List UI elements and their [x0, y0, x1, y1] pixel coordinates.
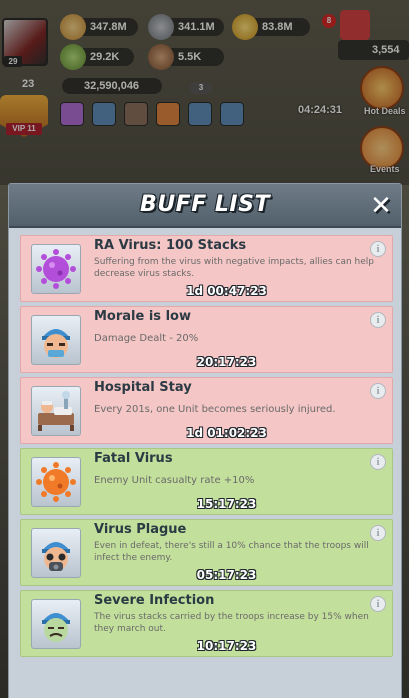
buff-list: RA Virus: 100 Stacks Suffering from the … — [20, 235, 393, 661]
close-button[interactable]: ✕ — [367, 192, 395, 220]
buff-name: Hospital Stay — [94, 380, 192, 395]
buff-description: Even in defeat, there's still a 10% chan… — [94, 541, 369, 563]
info-icon[interactable]: i — [370, 454, 386, 470]
modal-header: BUFF LIST ✕ — [9, 184, 401, 228]
buff-timer: 10:17:23 — [196, 639, 257, 653]
buff-item: RA Virus: 100 Stacks Suffering from the … — [20, 235, 393, 302]
buff-name: Fatal Virus — [94, 451, 173, 466]
modal-title: BUFF LIST — [140, 192, 270, 217]
buff-item: Virus Plague Even in defeat, there's sti… — [20, 519, 393, 586]
info-icon[interactable]: i — [370, 596, 386, 612]
buff-item: Hospital Stay Every 201s, one Unit becom… — [20, 377, 393, 444]
buff-name: Severe Infection — [94, 593, 215, 608]
buff-timer: 20:17:23 — [196, 355, 257, 369]
buff-item: Morale is low Damage Dealt - 20% 20:17:2… — [20, 306, 393, 373]
info-icon[interactable]: i — [370, 241, 386, 257]
buff-description: Enemy Unit casualty rate +10% — [94, 475, 255, 486]
hud-dim-overlay — [0, 0, 409, 185]
buff-timer: 1d 01:02:23 — [186, 426, 267, 440]
buff-timer: 1d 00:47:23 — [186, 284, 267, 298]
buff-name: RA Virus: 100 Stacks — [94, 238, 247, 253]
info-icon[interactable]: i — [370, 525, 386, 541]
buff-item: Fatal Virus Enemy Unit casualty rate +10… — [20, 448, 393, 515]
buff-item: Severe Infection The virus stacks carrie… — [20, 590, 393, 657]
buff-description: Damage Dealt - 20% — [94, 333, 199, 344]
buff-list-modal: BUFF LIST ✕ RA Virus: 100 Stacks Sufferi… — [8, 183, 402, 698]
buff-timer: 05:17:23 — [196, 568, 257, 582]
info-icon[interactable]: i — [370, 312, 386, 328]
buff-name: Virus Plague — [94, 522, 187, 537]
buff-description: Every 201s, one Unit becomes seriously i… — [94, 404, 336, 415]
buff-description: The virus stacks carried by the troops i… — [94, 612, 369, 634]
buff-name: Morale is low — [94, 309, 191, 324]
buff-description: Suffering from the virus with negative i… — [94, 257, 374, 279]
buff-timer: 15:17:23 — [196, 497, 257, 511]
info-icon[interactable]: i — [370, 383, 386, 399]
